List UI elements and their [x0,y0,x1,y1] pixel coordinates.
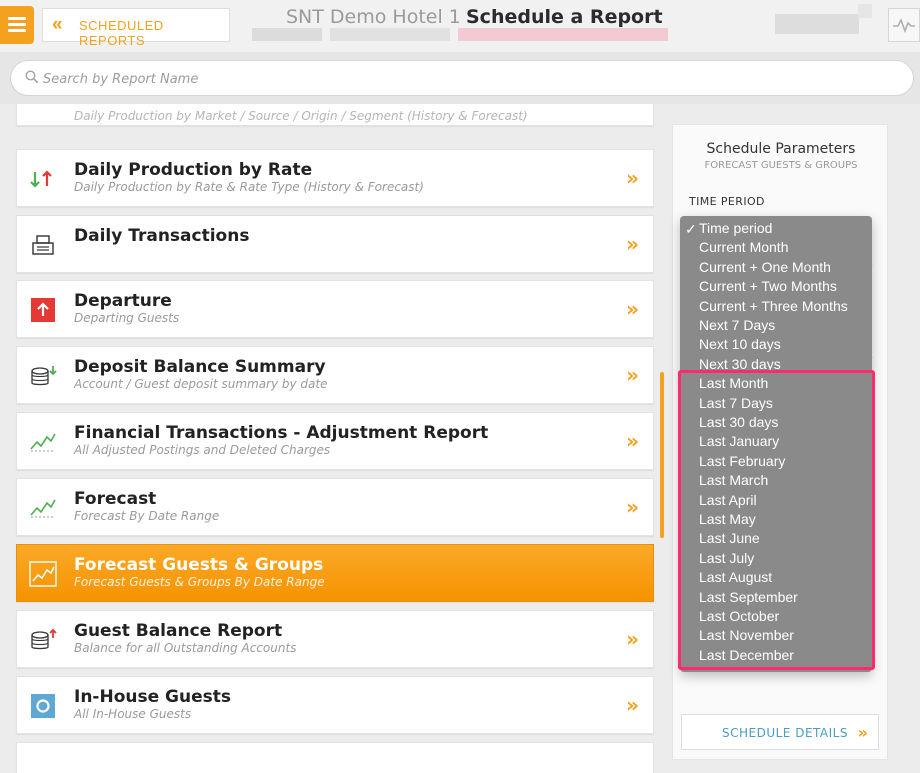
report-card[interactable]: Daily Production by Market / Source / Or… [16,104,654,126]
report-title: Forecast [74,489,157,509]
search-icon [25,70,39,84]
report-card[interactable] [16,742,654,773]
chevron-right-icon: » [626,627,639,651]
report-card-forecast[interactable]: Forecast Forecast By Date Range » [16,478,654,536]
menu-icon-line [8,23,26,26]
report-title: Departure [74,291,172,311]
report-title: Deposit Balance Summary [74,357,326,377]
double-chevron-left-icon: « [52,14,64,35]
back-scheduled-reports-button[interactable]: « SCHEDULED REPORTS [42,8,230,48]
chevron-right-icon: » [626,297,639,321]
panel-title: Schedule Parameters [706,141,856,157]
chevron-right-icon: » [626,693,639,717]
back-button-label: SCHEDULED REPORTS [79,18,164,48]
report-subtitle: Forecast By Date Range [74,509,220,523]
report-title: Daily Transactions [74,226,250,246]
dropdown-option[interactable]: Current + Two Months [699,278,837,294]
hotel-name: SNT Demo Hotel 1 [286,6,461,28]
cash-register-icon [32,235,54,255]
report-card-guest-balance-report[interactable]: Guest Balance Report Balance for all Out… [16,610,654,668]
menu-icon-line [8,17,26,20]
report-subtitle: All Adjusted Postings and Deleted Charge… [74,443,331,457]
dropdown-option[interactable]: Next 7 Days [699,317,775,333]
report-title: In-House Guests [74,687,232,707]
in-house-icon [31,694,55,718]
search-bar[interactable] [10,60,914,96]
redacted-user-info [775,14,859,34]
chevron-right-icon: » [626,166,639,190]
trend-chart-icon [30,433,56,452]
report-subtitle: Account / Guest deposit summary by date [74,377,328,391]
report-list: Daily Production by Market / Source / Or… [0,104,668,773]
panel-subtitle: FORECAST GUESTS & GROUPS [704,160,858,171]
report-subtitle: All In-House Guests [74,707,192,721]
report-card-financial-transactions[interactable]: Financial Transactions - Adjustment Repo… [16,412,654,470]
chevron-right-icon: » [626,429,639,453]
hamburger-menu-button[interactable] [0,6,34,44]
report-subtitle: Daily Production by Rate & Rate Type (Hi… [74,180,424,194]
schedule-details-label: SCHEDULE DETAILS [722,726,848,740]
departure-arrow-icon [31,298,55,322]
chevron-right-icon: » [626,363,639,387]
report-subtitle: Departing Guests [74,311,180,325]
activity-icon [893,17,915,34]
activity-button[interactable] [888,8,920,42]
report-subtitle: Forecast Guests & Groups By Date Range [74,575,325,589]
coins-down-icon [31,366,57,386]
redacted-badge [858,4,872,18]
chevron-right-icon: » [626,495,639,519]
redacted-text [330,28,450,41]
report-card-daily-transactions[interactable]: Daily Transactions » [16,215,654,273]
redacted-text [252,28,322,41]
page-title: Schedule a Report [466,6,663,28]
highlight-box [678,370,875,670]
report-card-forecast-guests-groups[interactable]: Forecast Guests & Groups Forecast Guests… [16,544,654,602]
trend-chart-icon [29,561,57,587]
report-title: Forecast Guests & Groups [74,555,324,575]
dropdown-option[interactable]: Current + Three Months [699,298,848,314]
report-subtitle: Balance for all Outstanding Accounts [74,641,297,655]
dropdown-option[interactable]: Current + One Month [699,259,831,275]
double-chevron-right-icon: » [857,723,868,742]
redacted-text [458,28,668,41]
coins-up-icon [31,628,57,650]
report-title: Guest Balance Report [74,621,283,641]
schedule-details-button[interactable]: SCHEDULE DETAILS » [681,714,879,750]
search-input[interactable] [43,69,883,89]
dropdown-option[interactable]: Current Month [699,239,788,255]
time-period-label: TIME PERIOD [689,195,765,208]
checkmark-icon: ✓ [685,221,697,237]
up-down-arrows-icon [30,170,52,188]
trend-chart-icon [30,499,56,518]
report-card-in-house-guests[interactable]: In-House Guests All In-House Guests » [16,676,654,734]
report-title: Daily Production by Rate [74,160,313,180]
report-card-departure[interactable]: Departure Departing Guests » [16,280,654,338]
report-subtitle: Daily Production by Market / Source / Or… [74,109,528,123]
report-card-daily-production-by-rate[interactable]: Daily Production by Rate Daily Productio… [16,149,654,207]
report-card-deposit-balance-summary[interactable]: Deposit Balance Summary Account / Guest … [16,346,654,404]
menu-icon-line [8,29,26,32]
list-scrollbar[interactable] [660,372,664,538]
report-title: Financial Transactions - Adjustment Repo… [74,423,489,443]
chevron-right-icon: » [626,232,639,256]
dropdown-option[interactable]: Next 10 days [699,336,781,352]
dropdown-option[interactable]: Time period [699,220,772,236]
